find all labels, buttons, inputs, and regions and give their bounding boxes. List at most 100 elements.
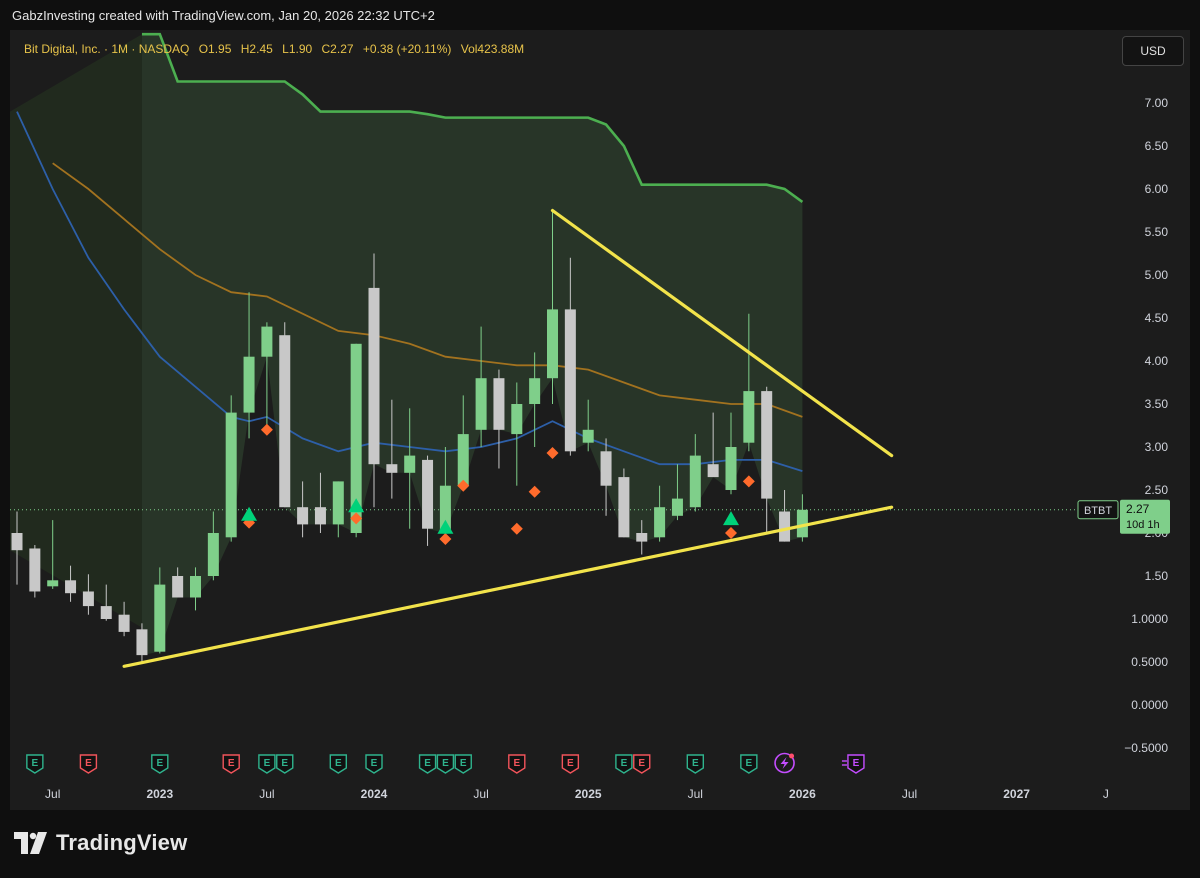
earnings-badge-label: E <box>281 758 288 769</box>
candle <box>332 481 344 538</box>
candle-body <box>404 455 416 473</box>
earnings-badge-label: E <box>460 758 467 769</box>
currency-button[interactable]: USD <box>1122 36 1184 66</box>
sell-diamond-marker <box>260 423 273 436</box>
top-bar: GabzInvesting created with TradingView.c… <box>0 0 1200 30</box>
candle-body <box>47 580 59 587</box>
legend-symbol[interactable]: Bit Digital, Inc. · 1M · NASDAQ <box>24 42 189 56</box>
earnings-badge-label: E <box>335 758 342 769</box>
candle-body <box>207 533 219 576</box>
candle <box>618 468 630 538</box>
legend-close: C2.27 <box>321 42 354 56</box>
legend-open: O1.95 <box>198 42 232 56</box>
candle-body <box>261 326 273 357</box>
y-tick-label: 1.0000 <box>1131 612 1168 626</box>
earnings-badge-label: E <box>371 758 378 769</box>
earnings-badge-label: E <box>638 758 645 769</box>
legend-change: +0.38 (+20.11%) <box>362 42 452 56</box>
candle-body <box>29 548 41 592</box>
earnings-event-icon[interactable]: E <box>151 754 169 774</box>
earnings-event-icon[interactable]: E <box>365 754 383 774</box>
event-lightning-icon[interactable] <box>774 752 795 774</box>
sell-diamond-marker <box>546 447 559 460</box>
tradingview-logo[interactable]: TradingView <box>14 830 187 856</box>
y-tick-label: 7.00 <box>1145 96 1169 110</box>
ticker-label: BTBT <box>1084 505 1112 517</box>
x-tick-label: Jul <box>259 787 274 801</box>
candle-body <box>297 507 309 525</box>
candle-body <box>582 429 594 443</box>
earnings-event-icon[interactable]: E <box>418 754 437 774</box>
x-tick-label: Jul <box>902 787 917 801</box>
sell-diamond-marker <box>439 533 452 546</box>
buy-triangle-marker <box>241 506 258 521</box>
sell-diamond-marker <box>742 475 755 488</box>
sell-diamond-marker <box>725 527 737 539</box>
earnings-badge-label: E <box>746 758 753 769</box>
earnings-event-icon[interactable]: E <box>561 754 580 774</box>
y-tick-label: 5.00 <box>1145 268 1169 282</box>
legend-low: L1.90 <box>282 42 313 56</box>
candle <box>422 455 434 546</box>
upper-band-fill <box>141 34 803 656</box>
candle-body <box>82 591 94 607</box>
candle-body <box>314 507 326 525</box>
earnings-event-icon[interactable]: E <box>222 754 240 774</box>
earnings-event-icon[interactable]: E <box>79 754 98 774</box>
earnings-badge-label: E <box>621 758 628 769</box>
x-tick-label: 2025 <box>575 787 602 801</box>
candle-body <box>136 629 148 656</box>
candle-body <box>654 507 666 538</box>
earnings-badge-label: E <box>567 758 574 769</box>
sell-diamond-marker <box>510 522 523 535</box>
x-tick-label: Jul <box>473 787 488 801</box>
bar-countdown: 10d 1h <box>1126 519 1160 531</box>
candle-body <box>493 378 505 430</box>
y-tick-label: 1.50 <box>1145 569 1169 583</box>
y-tick-label: 4.00 <box>1145 354 1169 368</box>
chart-credit: GabzInvesting created with TradingView.c… <box>12 8 435 23</box>
candle-body <box>636 533 648 542</box>
earnings-event-icon[interactable]: E <box>740 754 758 774</box>
legend-high: H2.45 <box>240 42 273 56</box>
earnings-event-icon[interactable]: E <box>686 754 704 774</box>
candle <box>225 395 237 542</box>
candle-body <box>529 378 541 404</box>
price-chart[interactable]: 7.00 6.50 6.00 5.50 5.00 4.50 4.00 3.50 3.00 2.50… <box>10 30 1190 810</box>
candle-body <box>457 434 469 486</box>
earnings-event-icon[interactable]: E <box>508 754 526 774</box>
buy-triangle-marker <box>723 511 739 526</box>
earnings-event-icon[interactable]: E <box>329 754 347 774</box>
earnings-badge-label: E <box>424 758 431 769</box>
y-tick-label: 6.50 <box>1145 139 1169 153</box>
y-tick-label: 2.50 <box>1145 483 1169 497</box>
x-tick-label: Jul <box>45 787 60 801</box>
candle-body <box>368 287 380 465</box>
earnings-event-icon[interactable]: E <box>615 754 633 774</box>
x-tick-label: 2023 <box>146 787 173 801</box>
tradingview-logo-icon <box>14 832 47 854</box>
candle <box>761 386 773 533</box>
earnings-badge-label: E <box>853 758 860 769</box>
earnings-event-icon[interactable]: E <box>633 754 651 774</box>
earnings-event-icon[interactable]: E <box>26 754 44 774</box>
candle-body <box>386 464 398 473</box>
sell-diamond-marker <box>528 485 541 498</box>
earnings-badge-label: E <box>156 758 163 769</box>
candle-body <box>190 576 201 598</box>
chart-frame[interactable]: 7.00 6.50 6.00 5.50 5.00 4.50 4.00 3.50 3.00 2.50… <box>10 30 1190 810</box>
earnings-event-icon[interactable]: E <box>454 754 472 774</box>
y-tick-label: 0.0000 <box>1131 698 1168 712</box>
tradingview-logo-text: TradingView <box>56 830 188 855</box>
earnings-event-icon[interactable]: E <box>841 754 865 774</box>
y-tick-label: 0.5000 <box>1131 655 1168 669</box>
candle-body <box>761 391 773 499</box>
earnings-event-icon[interactable]: E <box>276 754 294 774</box>
earnings-event-icon[interactable]: E <box>258 754 276 774</box>
earnings-badge-label: E <box>32 758 39 769</box>
candle-body <box>547 309 558 379</box>
earnings-event-icon[interactable]: E <box>436 754 455 774</box>
candle-body <box>600 451 612 486</box>
candle-body <box>172 576 184 598</box>
y-tick-label: 6.00 <box>1145 182 1169 196</box>
